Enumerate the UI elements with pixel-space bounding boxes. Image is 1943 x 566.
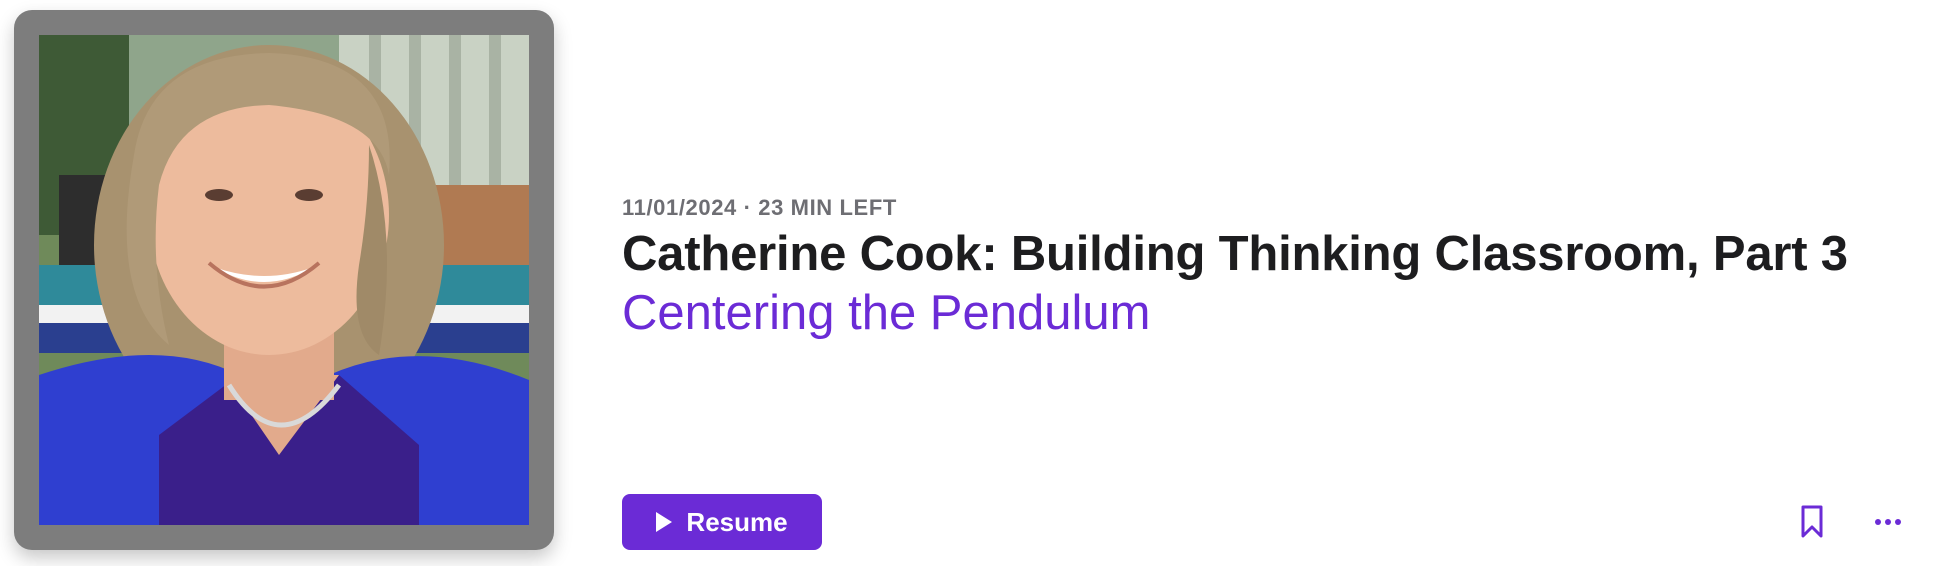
episode-artwork-frame[interactable] <box>14 10 554 550</box>
episode-subtitle[interactable]: Centering the Pendulum <box>622 285 1150 341</box>
more-icon-dot <box>1875 519 1881 525</box>
more-button[interactable] <box>1870 500 1906 544</box>
episode-title[interactable]: Catherine Cook: Building Thinking Classr… <box>622 226 1848 282</box>
meta-separator: · <box>743 195 752 220</box>
bookmark-icon <box>1801 505 1823 538</box>
episode-artwork <box>39 35 529 525</box>
more-icon-dot <box>1895 519 1901 525</box>
play-icon <box>656 512 673 532</box>
episode-time-left: 23 MIN LEFT <box>758 195 897 220</box>
episode-meta: 11/01/2024 · 23 MIN LEFT <box>622 195 897 221</box>
more-icon-dot <box>1885 519 1891 525</box>
episode-details: 11/01/2024 · 23 MIN LEFT Catherine Cook:… <box>622 0 1943 566</box>
portrait-illustration <box>39 35 529 525</box>
episode-date: 11/01/2024 <box>622 195 737 220</box>
resume-button[interactable]: Resume <box>622 494 822 550</box>
resume-label: Resume <box>686 506 788 537</box>
bookmark-button[interactable] <box>1794 500 1830 544</box>
